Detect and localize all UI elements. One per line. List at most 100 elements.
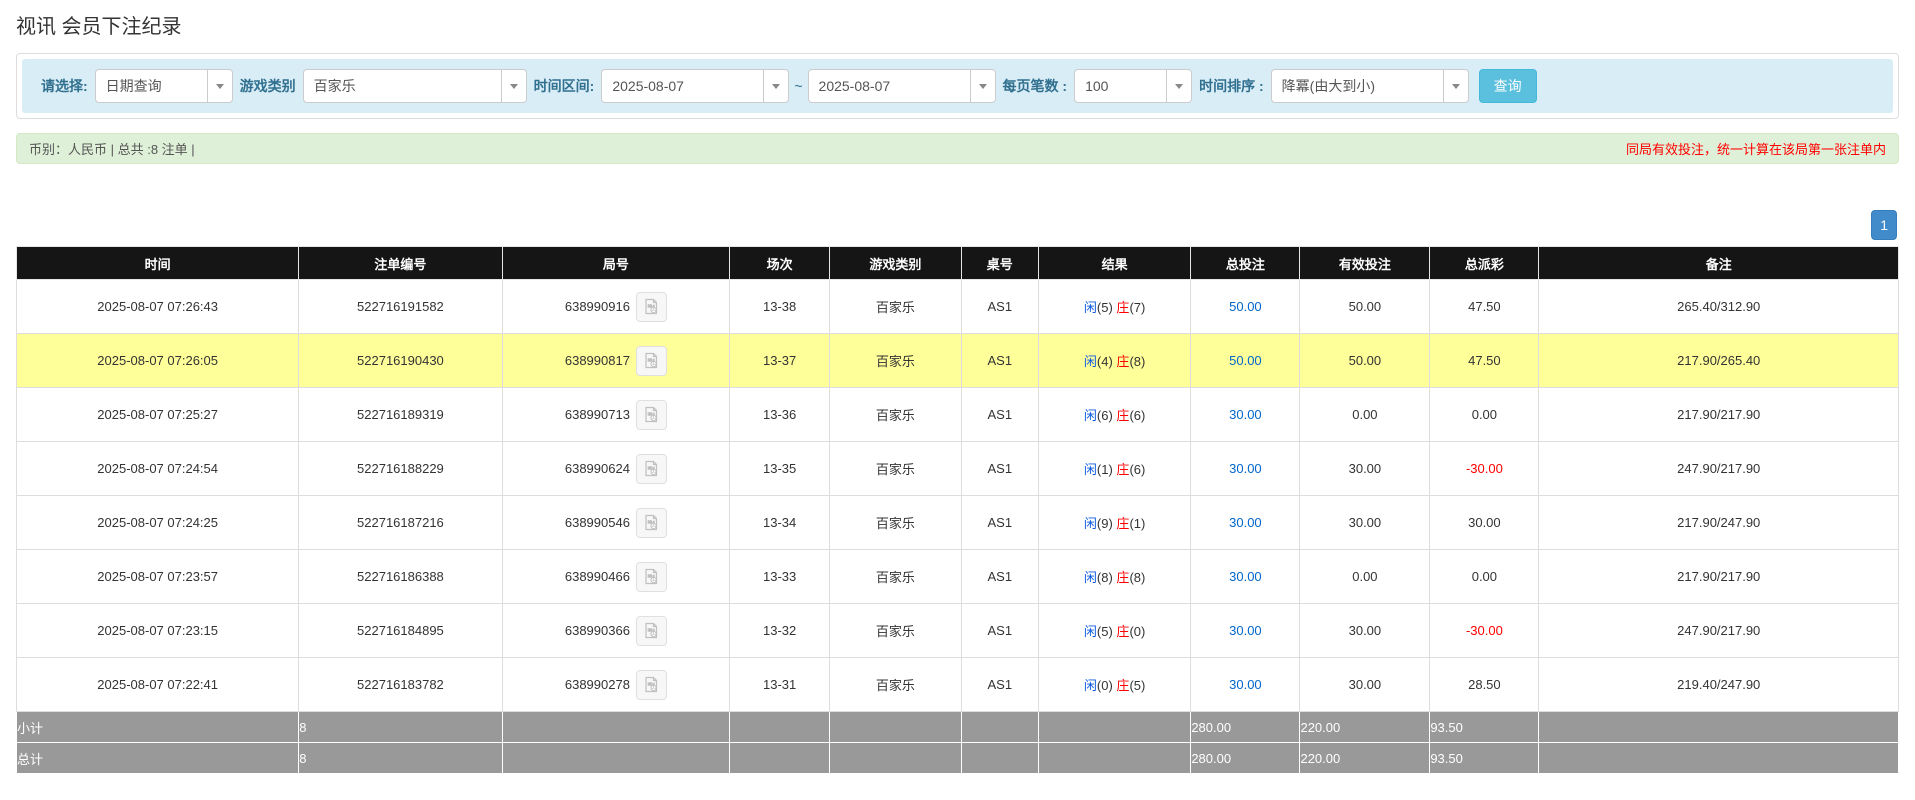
table-number: AS1 [961, 658, 1038, 712]
table-row: 2025-08-07 07:23:57 522716186388 6389904… [17, 550, 1899, 604]
banker-result: 庄 [1116, 570, 1129, 585]
filter-panel: 请选择: 日期查询 游戏类别 百家乐 时间区间: 2025-08-07 ~ 20… [16, 53, 1899, 119]
query-type-select[interactable]: 日期查询 [95, 69, 233, 103]
bet-id: 522716189319 [299, 388, 502, 442]
total-bet-link[interactable]: 30.00 [1191, 442, 1300, 496]
total-label: 总计 [17, 743, 299, 774]
round-id: 638990278 [565, 677, 630, 692]
table-header-row: 时间 注单编号 局号 场次 游戏类别 桌号 结果 总投注 有效投注 总派彩 备注 [17, 247, 1899, 280]
empty-cell [1539, 712, 1899, 743]
total-bet-link[interactable]: 30.00 [1191, 388, 1300, 442]
col-table-number: 桌号 [961, 247, 1038, 280]
game-category-select[interactable]: 百家乐 [303, 69, 527, 103]
bet-time: 2025-08-07 07:22:41 [17, 658, 299, 712]
empty-cell [961, 712, 1038, 743]
round-id: 638990713 [565, 407, 630, 422]
payout: -30.00 [1430, 604, 1539, 658]
chevron-down-icon[interactable] [763, 69, 789, 103]
col-time: 时间 [17, 247, 299, 280]
page-1-button[interactable]: 1 [1871, 210, 1897, 240]
banker-result: 庄 [1116, 408, 1129, 423]
banker-result: 庄 [1116, 300, 1129, 315]
game-category-label: 游戏类别 [240, 76, 296, 96]
remark: 247.90/217.90 [1539, 604, 1899, 658]
table-number: AS1 [961, 388, 1038, 442]
player-score: (8) [1097, 570, 1113, 585]
subtotal-count: 8 [299, 712, 502, 743]
table-row: 2025-08-07 07:26:43 522716191582 6389909… [17, 280, 1899, 334]
table-row: 2025-08-07 07:24:25 522716187216 6389905… [17, 496, 1899, 550]
banker-score: (7) [1129, 300, 1145, 315]
video-file-icon [643, 514, 660, 531]
total-bet-link[interactable]: 50.00 [1191, 280, 1300, 334]
time-sort-select[interactable]: 降冪(由大到小) [1271, 69, 1469, 103]
total-bet-link[interactable]: 30.00 [1191, 604, 1300, 658]
player-score: (0) [1097, 678, 1113, 693]
search-button[interactable]: 查询 [1479, 69, 1537, 103]
date-from-value: 2025-08-07 [601, 69, 763, 103]
chevron-down-icon[interactable] [1166, 69, 1192, 103]
session: 13-38 [730, 280, 830, 334]
empty-cell [730, 712, 830, 743]
video-replay-button[interactable] [636, 616, 667, 646]
bet-time: 2025-08-07 07:23:15 [17, 604, 299, 658]
session: 13-33 [730, 550, 830, 604]
session: 13-35 [730, 442, 830, 496]
table-row: 2025-08-07 07:23:15 522716184895 6389903… [17, 604, 1899, 658]
session: 13-31 [730, 658, 830, 712]
game-category: 百家乐 [830, 280, 962, 334]
round-id: 638990366 [565, 623, 630, 638]
date-from-select[interactable]: 2025-08-07 [601, 69, 789, 103]
game-category: 百家乐 [830, 658, 962, 712]
total-row: 总计 8 280.00 220.00 93.50 [17, 743, 1899, 774]
video-replay-button[interactable] [636, 670, 667, 700]
video-replay-button[interactable] [636, 454, 667, 484]
video-replay-button[interactable] [636, 508, 667, 538]
page-size-select[interactable]: 100 [1074, 69, 1192, 103]
video-replay-button[interactable] [636, 400, 667, 430]
total-bet-link[interactable]: 50.00 [1191, 334, 1300, 388]
player-result: 闲 [1084, 570, 1097, 585]
player-result: 闲 [1084, 300, 1097, 315]
bet-records-table: 时间 注单编号 局号 场次 游戏类别 桌号 结果 总投注 有效投注 总派彩 备注… [16, 246, 1899, 774]
remark: 217.90/217.90 [1539, 388, 1899, 442]
chevron-down-icon[interactable] [501, 69, 527, 103]
chevron-down-icon[interactable] [207, 69, 233, 103]
banker-score: (6) [1129, 462, 1145, 477]
payout: 28.50 [1430, 658, 1539, 712]
valid-bet: 0.00 [1300, 550, 1430, 604]
bet-id: 522716191582 [299, 280, 502, 334]
subtotal-payout: 93.50 [1430, 712, 1539, 743]
time-range-label: 时间区间: [534, 76, 595, 96]
player-score: (5) [1097, 624, 1113, 639]
bet-id: 522716190430 [299, 334, 502, 388]
player-result: 闲 [1084, 624, 1097, 639]
total-bet-link[interactable]: 30.00 [1191, 550, 1300, 604]
payout: 47.50 [1430, 334, 1539, 388]
player-score: (1) [1097, 462, 1113, 477]
table-number: AS1 [961, 334, 1038, 388]
banker-score: (0) [1129, 624, 1145, 639]
session: 13-32 [730, 604, 830, 658]
chevron-down-icon[interactable] [970, 69, 996, 103]
video-replay-button[interactable] [636, 562, 667, 592]
col-valid-bet: 有效投注 [1300, 247, 1430, 280]
total-bet-link[interactable]: 30.00 [1191, 496, 1300, 550]
table-number: AS1 [961, 496, 1038, 550]
chevron-down-icon[interactable] [1443, 69, 1469, 103]
video-replay-button[interactable] [636, 292, 667, 322]
table-body: 2025-08-07 07:26:43 522716191582 6389909… [17, 280, 1899, 712]
bet-id: 522716184895 [299, 604, 502, 658]
result-cell: 闲(5) 庄(7) [1038, 280, 1190, 334]
payout: 47.50 [1430, 280, 1539, 334]
total-bet-link[interactable]: 30.00 [1191, 658, 1300, 712]
query-type-value: 日期查询 [95, 69, 207, 103]
table-row: 2025-08-07 07:25:27 522716189319 6389907… [17, 388, 1899, 442]
remark: 247.90/217.90 [1539, 442, 1899, 496]
empty-cell [830, 743, 962, 774]
date-to-select[interactable]: 2025-08-07 [808, 69, 996, 103]
round-cell: 638990713 [502, 388, 730, 442]
video-replay-button[interactable] [636, 346, 667, 376]
total-count: 8 [299, 743, 502, 774]
session: 13-37 [730, 334, 830, 388]
